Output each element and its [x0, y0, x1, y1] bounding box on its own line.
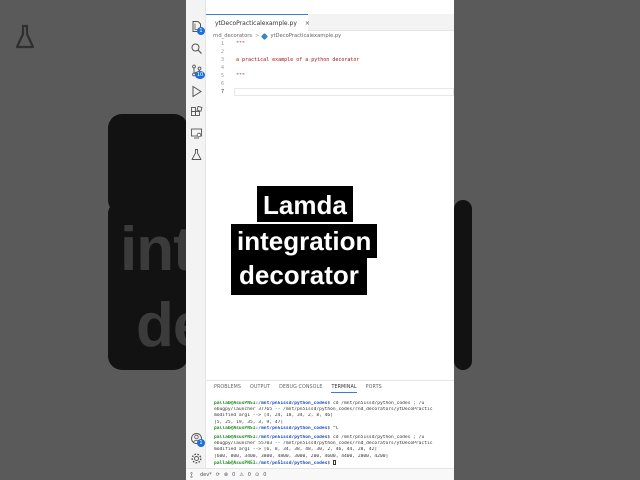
- warning-count: 0: [247, 471, 251, 478]
- breadcrumb: rnd_decorators > ytDecoPracticalexample.…: [213, 32, 341, 40]
- line-number: 4: [220, 65, 224, 71]
- testing-icon[interactable]: [190, 148, 203, 161]
- line-number: 3: [220, 57, 224, 63]
- search-icon[interactable]: [190, 42, 203, 55]
- sync-icon[interactable]: ⟳: [216, 472, 220, 478]
- explorer-badge: 1: [197, 27, 205, 35]
- source-control-badge: 10: [195, 71, 205, 79]
- tab-problems[interactable]: PROBLEMS: [214, 385, 241, 393]
- tab-ports[interactable]: PORTS: [366, 385, 382, 393]
- info-count: 0: [263, 471, 267, 478]
- close-icon[interactable]: ×: [305, 20, 310, 27]
- line-number-gutter: 1 2 3 4 5 6 7: [206, 40, 224, 96]
- error-icon[interactable]: ⊗: [224, 472, 228, 478]
- terminal-prompt-path: :/mnt/pn51ssd/python_codes: [255, 460, 328, 466]
- terminal-prompt-user: pallab@AsusPN51: [214, 401, 256, 406]
- ports-icon[interactable]: ⊙: [255, 472, 259, 478]
- blurred-caption-box: [454, 200, 472, 370]
- editor-tab-label: ytDecoPracticalexample.py: [215, 19, 297, 27]
- blurred-background-right: [454, 0, 640, 480]
- tab-terminal[interactable]: TERMINAL: [331, 385, 357, 393]
- blurred-caption-text: de: [136, 291, 186, 360]
- status-bar: dev* ⟳ ⊗ 0 ⚠ 0 ⊙ 0: [186, 468, 454, 480]
- editor-tab[interactable]: ytDecoPracticalexample.py ×: [206, 14, 310, 31]
- terminal-line: pallab@AsusPN51:/mnt/pn51ssd/python_code…: [214, 459, 454, 466]
- flask-icon: [15, 24, 35, 49]
- terminal-prompt-user: pallab@AsusPN51: [214, 425, 256, 431]
- code-lines: """ a practical example of a python deco…: [236, 40, 454, 96]
- terminal[interactable]: pallab@AsusPN51:/mnt/pn51ssd/python_code…: [214, 401, 454, 466]
- video-frame: int de 1 10: [0, 0, 640, 480]
- warning-icon[interactable]: ⚠: [239, 472, 243, 478]
- extensions-icon[interactable]: [190, 106, 203, 119]
- line-number: 1: [220, 41, 224, 47]
- terminal-command: ^C: [330, 425, 339, 431]
- gear-icon[interactable]: [190, 452, 203, 465]
- run-debug-icon[interactable]: [190, 85, 203, 98]
- blurred-background-left: int de: [0, 0, 186, 480]
- tab-output[interactable]: OUTPUT: [250, 385, 270, 393]
- bottom-panel: PROBLEMS OUTPUT DEBUG CONSOLE TERMINAL P…: [206, 380, 454, 468]
- line-number: 2: [220, 49, 224, 55]
- terminal-command: cd /mnt/pn51ssd/python_codes ; /u: [330, 434, 425, 440]
- terminal-cursor: [332, 459, 336, 465]
- line-number: 7: [220, 89, 224, 95]
- caption-line: integration: [231, 224, 378, 258]
- accounts-badge: 1: [197, 439, 205, 447]
- blurred-caption-text: int: [120, 215, 186, 284]
- tab-debug-console[interactable]: DEBUG CONSOLE: [279, 385, 322, 393]
- terminal-prompt-user: pallab@AsusPN51: [214, 460, 256, 466]
- blurred-caption-box: [108, 114, 186, 214]
- terminal-prompt-path: :/mnt/pn51ssd/python_codes: [255, 434, 328, 440]
- python-file-icon: [209, 20, 215, 26]
- breadcrumb-folder[interactable]: rnd_decorators: [213, 33, 252, 39]
- python-file-icon: [261, 32, 269, 40]
- terminal-prompt-user: pallab@AsusPN51: [214, 434, 256, 440]
- branch-icon[interactable]: [190, 471, 196, 478]
- code-line: """: [236, 41, 246, 47]
- line-number: 5: [220, 73, 224, 79]
- terminal-prompt-end: $: [327, 460, 331, 466]
- terminal-command: cd /mnt/pn51ssd/python_codes ; /u: [330, 401, 425, 406]
- activity-bar: 1 10 1: [186, 0, 206, 480]
- error-count: 0: [232, 471, 236, 478]
- code-line: a practical example of a python decorato…: [236, 57, 360, 63]
- code-line: """: [236, 73, 246, 79]
- branch-name[interactable]: dev*: [200, 472, 212, 478]
- caption-line: decorator: [231, 258, 367, 295]
- editor-tab-bar: ytDecoPracticalexample.py ×: [206, 14, 454, 31]
- panel-tabs: PROBLEMS OUTPUT DEBUG CONSOLE TERMINAL P…: [214, 385, 382, 393]
- breadcrumb-file[interactable]: ytDecoPracticalexample.py: [270, 33, 341, 39]
- terminal-prompt-path: :/mnt/pn51ssd/python_codes: [255, 425, 328, 431]
- remote-explorer-icon[interactable]: [190, 127, 203, 140]
- terminal-prompt-path: :/mnt/pn51ssd/python_codes: [255, 401, 328, 406]
- line-number: 6: [220, 81, 224, 87]
- breadcrumb-separator: >: [255, 33, 260, 39]
- caption-line: Lamda: [257, 186, 353, 222]
